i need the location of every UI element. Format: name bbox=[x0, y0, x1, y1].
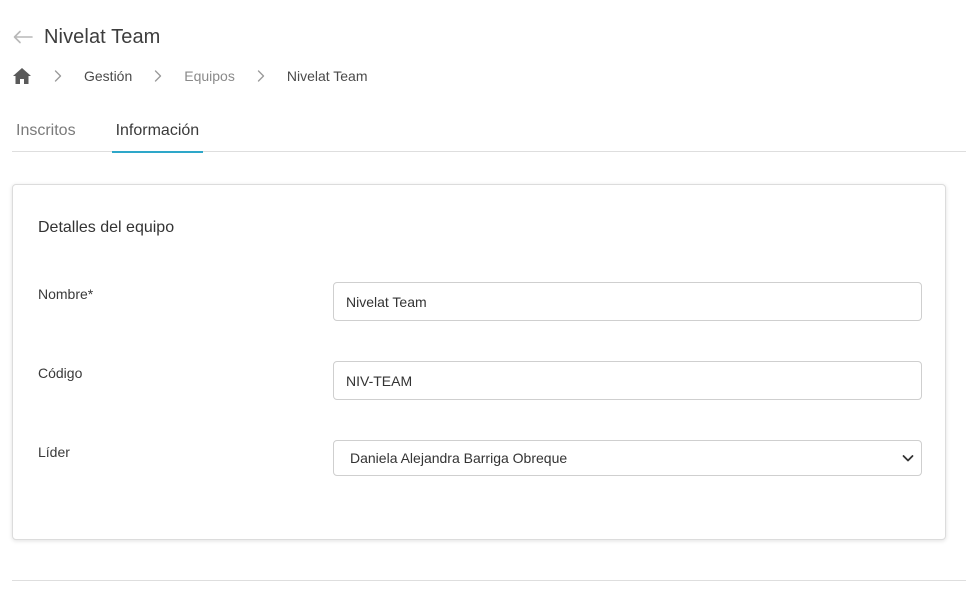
back-button[interactable] bbox=[12, 26, 34, 48]
page-title: Nivelat Team bbox=[44, 25, 161, 48]
codigo-label: Código bbox=[38, 365, 83, 381]
home-icon bbox=[13, 68, 31, 84]
chevron-right-icon bbox=[252, 67, 270, 85]
divider bbox=[12, 580, 966, 581]
tab-informacion[interactable]: Información bbox=[111, 110, 204, 153]
codigo-input[interactable] bbox=[333, 361, 922, 400]
chevron-right-icon bbox=[149, 67, 167, 85]
breadcrumb-home[interactable] bbox=[12, 66, 32, 86]
nombre-label: Nombre* bbox=[38, 286, 94, 302]
chevron-down-icon bbox=[902, 455, 914, 462]
breadcrumb-current: Nivelat Team bbox=[286, 68, 368, 84]
lider-select[interactable]: Daniela Alejandra Barriga Obreque bbox=[333, 440, 922, 476]
breadcrumb-equipos[interactable]: Equipos bbox=[184, 68, 235, 84]
lider-label: Líder bbox=[38, 444, 70, 460]
card-title: Detalles del equipo bbox=[38, 219, 175, 236]
page-header: Nivelat Team bbox=[12, 22, 160, 52]
lider-select-value: Daniela Alejandra Barriga Obreque bbox=[350, 450, 568, 466]
arrow-left-icon bbox=[13, 30, 33, 44]
nombre-input[interactable] bbox=[333, 282, 922, 321]
tab-bar: Inscritos Información bbox=[12, 110, 966, 153]
tab-inscritos[interactable]: Inscritos bbox=[12, 110, 80, 152]
breadcrumb-gestion[interactable]: Gestión bbox=[84, 68, 132, 84]
chevron-right-icon bbox=[49, 67, 67, 85]
breadcrumb: Gestión Equipos Nivelat Team bbox=[12, 64, 368, 88]
team-details-card: Detalles del equipo Nombre* Código Líder… bbox=[12, 184, 946, 540]
